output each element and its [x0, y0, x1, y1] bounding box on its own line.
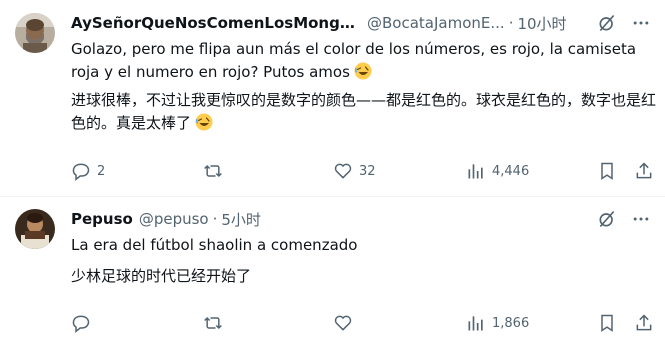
- reply-count: 2: [97, 163, 106, 179]
- repost-icon: [204, 316, 222, 330]
- tweet-text: La era del fútbol shaolin a comenzado: [71, 234, 656, 257]
- bookmark-button[interactable]: [597, 311, 617, 335]
- tweet[interactable]: AySeñorQueNosComenLosMongu... @BocataJam…: [0, 0, 665, 196]
- repost-button[interactable]: [203, 159, 229, 183]
- separator-dot: ·: [212, 210, 218, 228]
- more-icon[interactable]: [631, 13, 651, 33]
- like-icon: [334, 163, 352, 179]
- author-handle[interactable]: @pepuso: [139, 210, 209, 228]
- separator-dot: ·: [508, 14, 514, 32]
- bookmark-icon: [601, 162, 613, 180]
- reply-icon: [72, 315, 90, 333]
- tweet-text-translated: 进球很棒，不过让我更惊叹的是数字的颜色——都是红色的。球衣是红色的，数字也是红色…: [71, 91, 657, 132]
- author-name[interactable]: Pepuso: [71, 210, 133, 228]
- tweet-translation: 进球很棒，不过让我更惊叹的是数字的颜色——都是红色的。球衣是红色的，数字也是红色…: [71, 89, 656, 135]
- share-button[interactable]: [634, 311, 654, 335]
- author-name[interactable]: AySeñorQueNosComenLosMongu...: [71, 14, 361, 32]
- like-button[interactable]: 32: [333, 159, 376, 183]
- timestamp[interactable]: 5小时: [221, 209, 261, 230]
- tweet-translation: 少林足球的时代已经开始了: [71, 265, 656, 288]
- author-handle[interactable]: @BocataJamonE...: [367, 14, 505, 32]
- tweet-text-translated: 少林足球的时代已经开始了: [71, 267, 252, 285]
- bookmark-icon: [601, 314, 613, 332]
- repost-button[interactable]: [203, 311, 229, 335]
- like-count: 32: [359, 163, 376, 179]
- rolling-on-floor-laughing-icon: [195, 113, 213, 131]
- grok-icon[interactable]: [597, 209, 617, 229]
- avatar[interactable]: [15, 13, 55, 53]
- bookmark-button[interactable]: [597, 159, 617, 183]
- rolling-on-floor-laughing-icon: [354, 62, 372, 80]
- tweet-header: Pepuso @pepuso · 5小时: [71, 208, 651, 230]
- view-count: 1,866: [492, 315, 530, 331]
- view-count: 4,446: [492, 163, 530, 179]
- reply-button[interactable]: [71, 311, 97, 335]
- avatar[interactable]: [15, 209, 55, 249]
- tweet-text: Golazo, pero me flipa aun más el color d…: [71, 38, 656, 84]
- tweet-header: AySeñorQueNosComenLosMongu... @BocataJam…: [71, 12, 651, 34]
- like-icon: [334, 315, 352, 331]
- action-bar: 1,866: [60, 311, 660, 335]
- views-button[interactable]: 1,866: [466, 311, 529, 335]
- repost-icon: [204, 164, 222, 178]
- views-icon: [468, 164, 483, 179]
- views-icon: [468, 316, 483, 331]
- more-icon[interactable]: [631, 209, 651, 229]
- grok-icon[interactable]: [597, 13, 617, 33]
- views-button[interactable]: 4,446: [466, 159, 529, 183]
- like-button[interactable]: [333, 311, 359, 335]
- share-icon: [636, 162, 652, 179]
- action-bar: 2 32 4,446: [60, 159, 660, 183]
- share-icon: [636, 314, 652, 331]
- tweet-text-original: La era del fútbol shaolin a comenzado: [71, 236, 358, 254]
- tweet[interactable]: Pepuso @pepuso · 5小时 La era del fútbol s…: [0, 197, 665, 338]
- timestamp[interactable]: 10小时: [517, 13, 566, 34]
- reply-icon: [72, 163, 90, 181]
- share-button[interactable]: [634, 159, 654, 183]
- reply-button[interactable]: 2: [71, 159, 105, 183]
